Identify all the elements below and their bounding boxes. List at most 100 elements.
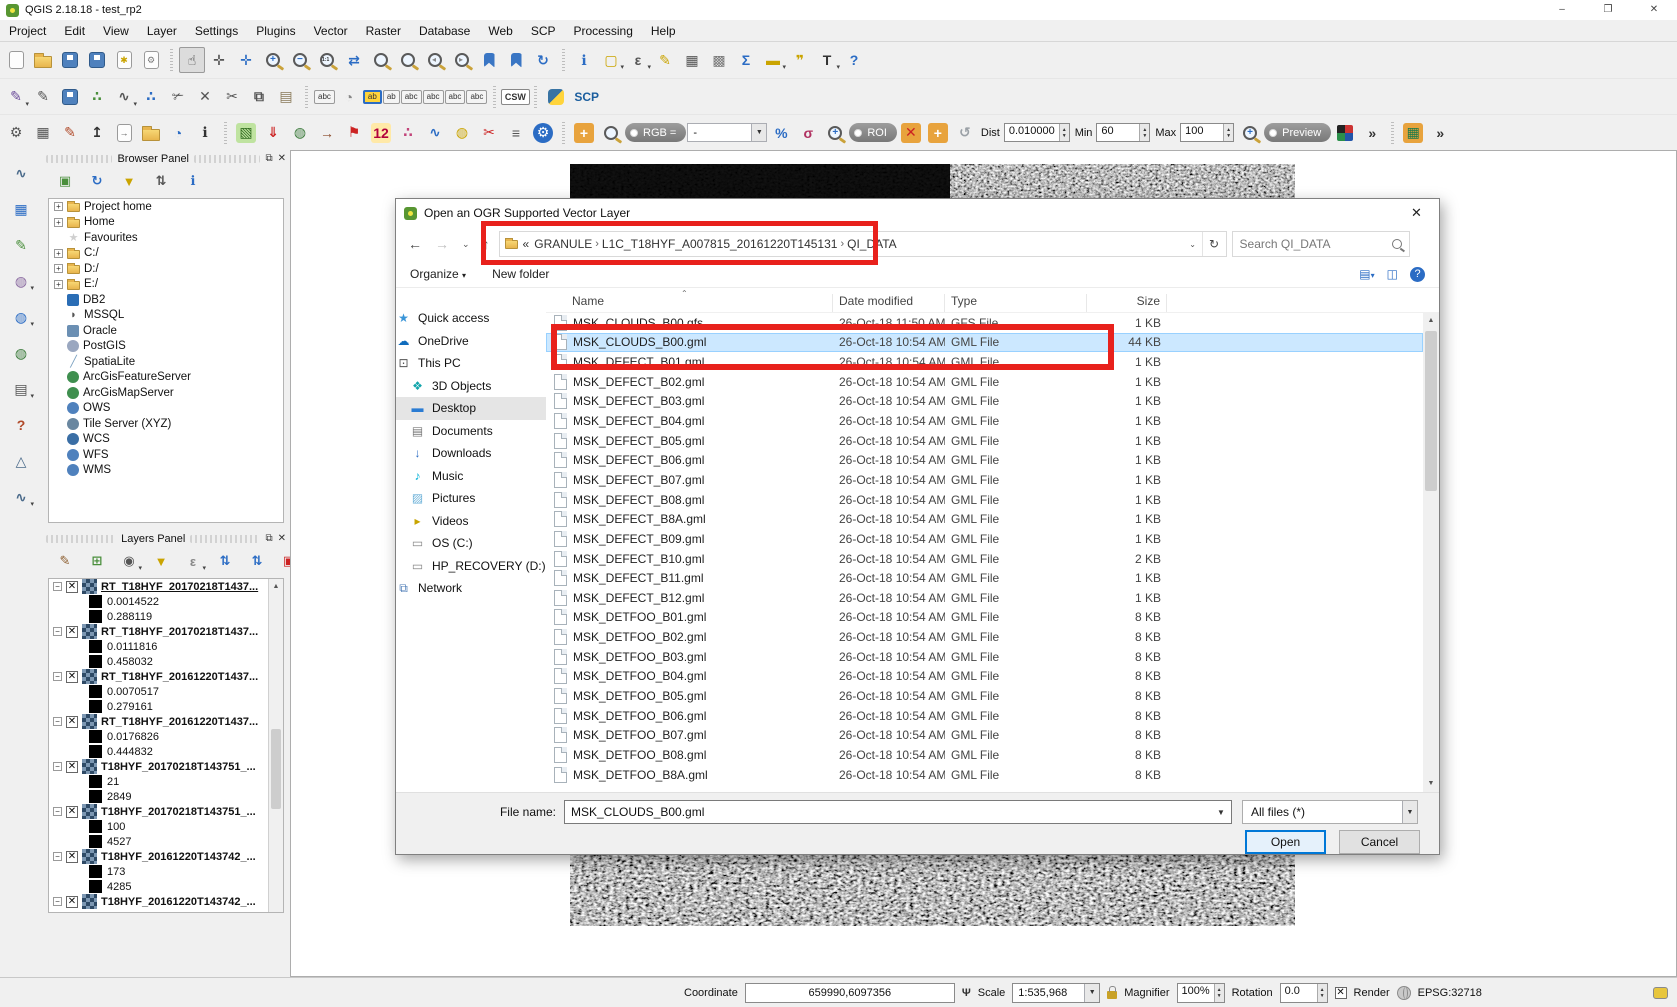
file-row[interactable]: MSK_DEFECT_B03.gml 26-Oct-18 10:54 AM GM… — [546, 392, 1423, 412]
save-project-as-button[interactable] — [84, 47, 110, 73]
expand-icon[interactable]: + — [54, 218, 63, 227]
identify-features-tool[interactable]: ℹ — [571, 47, 597, 73]
zoom-native-tool[interactable] — [314, 47, 340, 73]
magnifier-spinner[interactable]: 100% ▲▼ — [1177, 983, 1225, 1003]
file-row[interactable]: MSK_DEFECT_B09.gml 26-Oct-18 10:54 AM GM… — [546, 529, 1423, 549]
menu-item[interactable]: View — [94, 22, 138, 40]
history-dropdown-icon[interactable]: ⌄ — [458, 239, 474, 250]
export-page-button[interactable]: → — [111, 120, 137, 146]
coordinate-input[interactable]: 659990,6097356 — [745, 983, 955, 1003]
file-row[interactable]: MSK_DEFECT_B12.gml 26-Oct-18 10:54 AM GM… — [546, 588, 1423, 608]
layer-checkbox[interactable]: ✕ — [66, 626, 78, 638]
sidebar-place-item[interactable]: ⧉ Network — [396, 577, 546, 600]
sidebar-place-item[interactable]: ▭ OS (C:) — [396, 532, 546, 555]
file-row[interactable]: MSK_DEFECT_B04.gml 26-Oct-18 10:54 AM GM… — [546, 411, 1423, 431]
layer-checkbox[interactable]: ✕ — [66, 806, 78, 818]
zoom-to-layer-tool[interactable] — [368, 47, 394, 73]
spinner-arrows-icon[interactable]: ▲▼ — [1139, 124, 1149, 141]
browser-tree-item[interactable]: ArcGisFeatureServer — [49, 370, 283, 386]
menu-item[interactable]: Plugins — [247, 22, 304, 40]
collapse-icon[interactable]: − — [53, 582, 62, 591]
expand-icon[interactable]: + — [54, 202, 63, 211]
panel-grip[interactable] — [46, 155, 112, 163]
browser-tree-item[interactable]: PostGIS — [49, 339, 283, 355]
file-name-input[interactable]: MSK_CLOUDS_B00.gml ▼ — [564, 800, 1232, 824]
filter-expression-button[interactable]: ε ▾ — [180, 548, 206, 574]
scp-add-bandset-button[interactable]: + — [571, 120, 597, 146]
sidebar-place-item[interactable]: ♪ Music — [396, 465, 546, 488]
collapse-icon[interactable]: − — [53, 807, 62, 816]
column-header-date[interactable]: Date modified — [833, 294, 945, 312]
layer-row[interactable]: − ✕ RT_T18HYF_20170218T1437... — [49, 624, 283, 639]
sidebar-place-item[interactable]: ▭ HP_RECOVERY (D:) — [396, 555, 546, 578]
roi-create-button[interactable]: + — [925, 120, 951, 146]
scp-settings-gear-button[interactable]: ⚙ — [530, 120, 556, 146]
composer-manager-button[interactable]: ⚙ — [138, 47, 164, 73]
expand-icon[interactable]: + — [54, 249, 63, 258]
sketch-pen-button[interactable]: ✎ — [57, 120, 83, 146]
mouse-tracker-icon[interactable]: Ψ — [962, 987, 971, 999]
sidebar-place-item[interactable]: ★ Quick access — [396, 307, 546, 330]
sidebar-place-item[interactable]: ⊡ This PC — [396, 352, 546, 375]
pan-map-tool[interactable]: ✛ — [206, 47, 232, 73]
select-features-tool[interactable]: ▢ ▾ — [598, 47, 624, 73]
file-row[interactable]: MSK_DETFOO_B03.gml 26-Oct-18 10:54 AM GM… — [546, 647, 1423, 667]
expand-icon[interactable]: + — [54, 280, 63, 289]
scroll-up-icon[interactable]: ▲ — [269, 579, 283, 594]
plugin-info-button[interactable]: ℹ — [192, 120, 218, 146]
organize-button[interactable]: Organize ▾ — [410, 267, 466, 281]
file-row[interactable]: MSK_DEFECT_B07.gml 26-Oct-18 10:54 AM GM… — [546, 470, 1423, 490]
upload-button[interactable]: ↥ — [84, 120, 110, 146]
add-circular-string-tool[interactable]: ∴ — [84, 84, 110, 110]
rail-web-tool[interactable]: ◍ — [8, 340, 34, 366]
select-by-expression-tool[interactable]: ε ▾ — [625, 47, 651, 73]
zoom-full-extent-tool[interactable]: ⇄ — [341, 47, 367, 73]
scp-rgb-search-button[interactable] — [598, 120, 624, 146]
scp-spectral-plot-button[interactable]: ∿ — [422, 120, 448, 146]
attribute-table-button[interactable]: ▦ — [679, 47, 705, 73]
browser-tree-item[interactable]: OWS — [49, 401, 283, 417]
scp-python-icon[interactable] — [543, 84, 569, 110]
browser-tree-item[interactable]: ArcGisMapServer — [49, 385, 283, 401]
node-tool[interactable]: ✃ — [165, 84, 191, 110]
dark-folder-button[interactable] — [138, 120, 164, 146]
expand-icon[interactable]: + — [54, 264, 63, 273]
close-button[interactable]: ✕ — [1631, 0, 1677, 20]
menu-item[interactable]: Help — [642, 22, 685, 40]
layer-checkbox[interactable]: ✕ — [66, 581, 78, 593]
spinner-arrows-icon[interactable]: ▲▼ — [1317, 984, 1327, 1002]
rail-help-tool[interactable]: ? — [8, 412, 34, 438]
move-feature-tool[interactable]: ✎ — [652, 47, 678, 73]
pin-labels-button[interactable]: ab — [363, 90, 382, 104]
column-header-size[interactable]: Size — [1087, 294, 1167, 312]
zoom-last-tool[interactable] — [422, 47, 448, 73]
open-button[interactable]: Open — [1245, 830, 1326, 854]
rail-vector-tool[interactable]: ∿ — [8, 160, 34, 186]
sidebar-place-item[interactable]: ❖ 3D Objects — [396, 375, 546, 398]
touch-zoom-tool[interactable]: ☝ — [179, 47, 205, 73]
preview-toggle[interactable]: Preview — [1264, 123, 1331, 142]
move-label-button[interactable]: abc — [423, 90, 444, 104]
browser-tree-item[interactable]: ★ Favourites — [49, 230, 283, 246]
toolbar-overflow-button[interactable]: » — [1359, 120, 1385, 146]
panel-grip[interactable] — [194, 155, 260, 163]
refresh-map-button[interactable]: ↻ — [530, 47, 556, 73]
file-row[interactable]: MSK_DEFECT_B8A.gml 26-Oct-18 10:54 AM GM… — [546, 509, 1423, 529]
map-tips-button[interactable]: ❞ — [787, 47, 813, 73]
scrollbar-thumb[interactable] — [1425, 331, 1437, 491]
menu-item[interactable]: Raster — [357, 22, 410, 40]
layer-row[interactable]: − ✕ T18HYF_20161220T143742_... — [49, 894, 283, 909]
raster-table-button[interactable]: ▩ — [706, 47, 732, 73]
scroll-up-icon[interactable]: ▲ — [1423, 313, 1439, 329]
spinner-arrows-icon[interactable]: ▲▼ — [1214, 984, 1224, 1002]
browser-tree-item[interactable]: + C:/ — [49, 246, 283, 262]
browser-tree-item[interactable]: + E:/ — [49, 277, 283, 293]
menu-item[interactable]: Settings — [186, 22, 247, 40]
properties-widget-button[interactable]: ℹ — [180, 168, 206, 194]
file-row[interactable]: MSK_DETFOO_B07.gml 26-Oct-18 10:54 AM GM… — [546, 725, 1423, 745]
scp-globe-tools-button[interactable]: ◍ — [287, 120, 313, 146]
browser-tree-item[interactable]: + Home — [49, 215, 283, 231]
back-button[interactable]: ← — [404, 236, 426, 252]
rotation-spinner[interactable]: 0.0 ▲▼ — [1280, 983, 1328, 1003]
scrollbar-thumb[interactable] — [271, 729, 281, 809]
